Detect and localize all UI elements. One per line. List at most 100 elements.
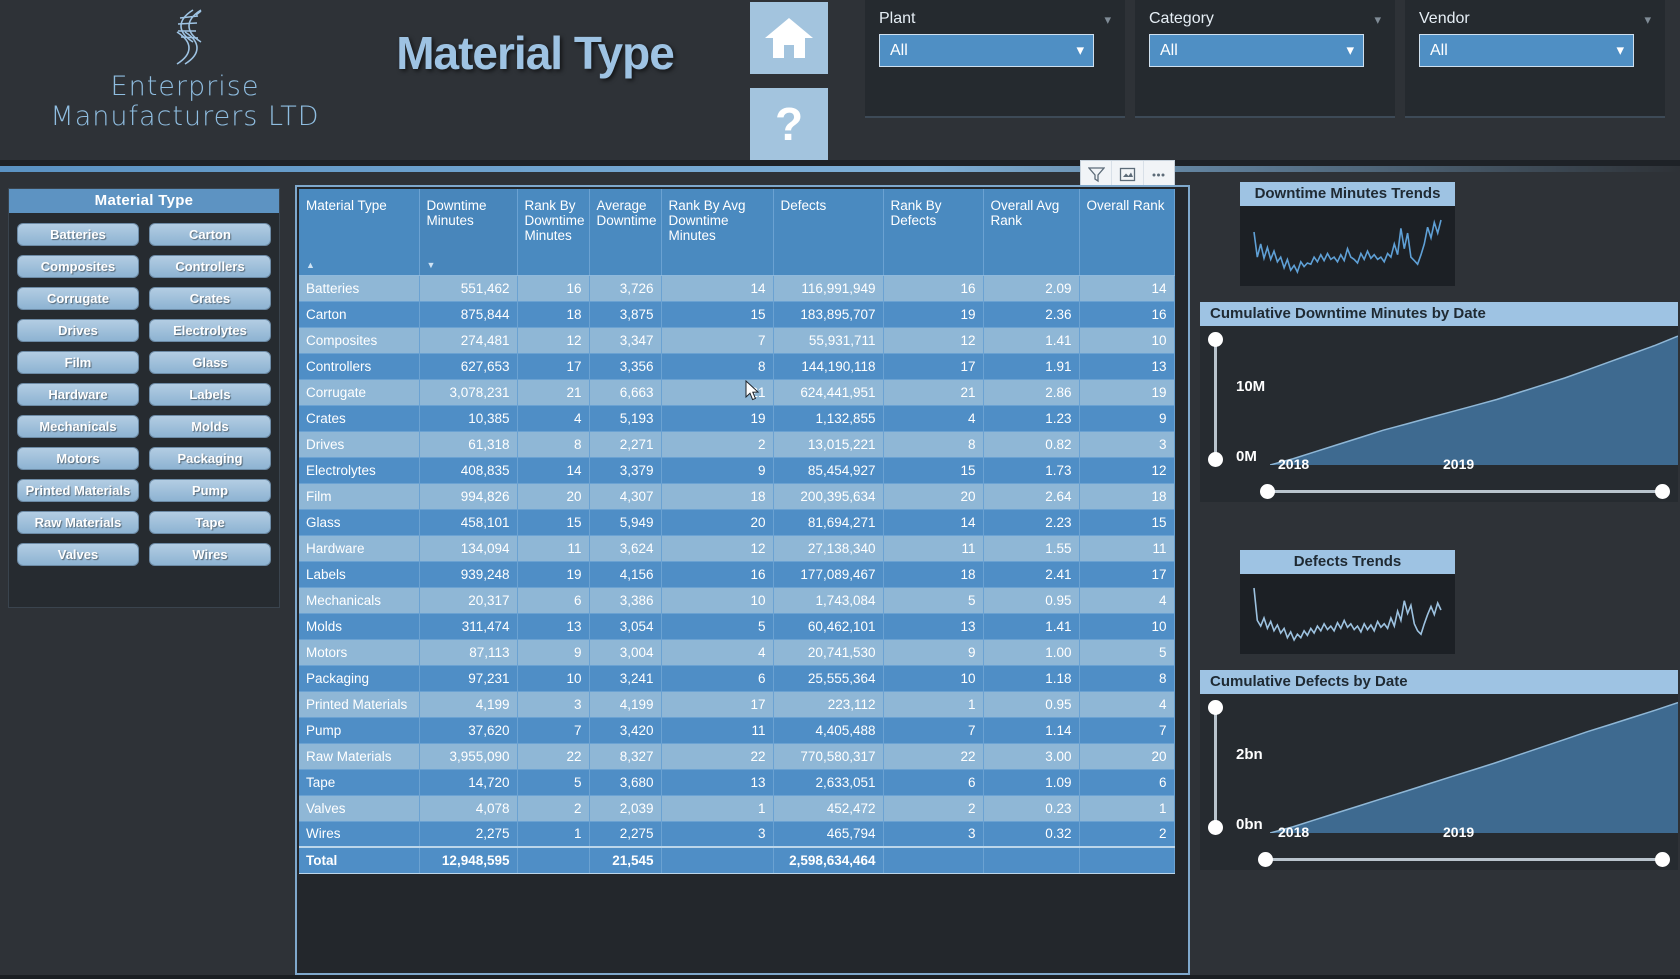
row-label: Hardware	[299, 535, 420, 562]
cell-value: 17	[883, 353, 984, 380]
cell-value: 2	[661, 431, 774, 458]
table-row[interactable]: Hardware 134,094 11 3,624 12 27,138,340 11 1.55…	[299, 535, 1175, 562]
slicer-chip-molds[interactable]: Molds	[149, 415, 271, 438]
defects-y-axis-slider[interactable]	[1207, 700, 1223, 835]
table-row[interactable]: Composites 274,481 12 3,347 7 55,931,711 12 1.4…	[299, 327, 1175, 354]
col-header-overall-rank[interactable]: Overall Rank	[1079, 189, 1175, 276]
home-button[interactable]	[750, 2, 828, 74]
cell-value: 1.91	[983, 353, 1080, 380]
cumulative-defects-card[interactable]: Cumulative Defects by Date 2bn 0bn 2018 …	[1200, 670, 1678, 870]
table-row[interactable]: Packaging 97,231 10 3,241 6 25,555,364 10 1.18 8	[299, 665, 1175, 692]
filter-category[interactable]: Category ▾ All ▾	[1135, 0, 1395, 118]
focus-mode-button[interactable]	[1112, 161, 1144, 187]
material-type-table-visual[interactable]: Material Type ▲ Downtime Minutes ▼ Rank By D…	[295, 185, 1190, 975]
col-header-rank-by-avg-downtime-minutes[interactable]: Rank By Avg Downtime Minutes	[661, 189, 774, 276]
cumulative-downtime-plot: 10M 0M 2018 2019	[1200, 326, 1678, 478]
defects-date-range-slider[interactable]	[1258, 852, 1670, 867]
slider-knob-bottom[interactable]	[1207, 820, 1223, 835]
slicer-chip-labels[interactable]: Labels	[149, 383, 271, 406]
filter-plant-select[interactable]: All ▾	[879, 34, 1094, 67]
chevron-down-icon[interactable]: ▾	[1644, 12, 1651, 28]
filter-vendor-select[interactable]: All ▾	[1419, 34, 1634, 67]
table-row[interactable]: Glass 458,101 15 5,949 20 81,694,271 14 2.23 15	[299, 509, 1175, 536]
downtime-date-range-slider[interactable]	[1260, 484, 1670, 499]
col-header-downtime-minutes[interactable]: Downtime Minutes ▼	[419, 189, 518, 276]
table-row[interactable]: Motors 87,113 9 3,004 4 20,741,530 9 1.00 5	[299, 639, 1175, 666]
slider-knob-right[interactable]	[1655, 852, 1670, 867]
row-label: Film	[299, 483, 420, 510]
cell-value: 4,405,488	[773, 717, 884, 744]
slicer-chip-electrolytes[interactable]: Electrolytes	[149, 319, 271, 342]
col-header-defects[interactable]: Defects	[773, 189, 884, 276]
downtime-y-axis-slider[interactable]	[1207, 332, 1223, 467]
slicer-chip-corrugate[interactable]: Corrugate	[17, 287, 139, 310]
more-options-button[interactable]	[1144, 161, 1174, 187]
filter-category-select[interactable]: All ▾	[1149, 34, 1364, 67]
slicer-chip-pump[interactable]: Pump	[149, 479, 271, 502]
table-row[interactable]: Corrugate 3,078,231 21 6,663 21 624,441,951 21…	[299, 379, 1175, 406]
filter-button[interactable]	[1081, 161, 1113, 187]
cell-value: 551,462	[419, 275, 518, 302]
col-header-rank-by-defects[interactable]: Rank By Defects	[883, 189, 984, 276]
slicer-chip-batteries[interactable]: Batteries	[17, 223, 139, 246]
slider-knob-bottom[interactable]	[1207, 452, 1223, 467]
cell-value: 7	[661, 327, 774, 354]
cell-value: 15	[517, 509, 590, 536]
help-button[interactable]: ?	[750, 88, 828, 160]
table-row[interactable]: Carton 875,844 18 3,875 15 183,895,707 19 2.36 1…	[299, 301, 1175, 328]
slicer-chip-controllers[interactable]: Controllers	[149, 255, 271, 278]
table-row[interactable]: Pump 37,620 7 3,420 11 4,405,488 7 1.14 7	[299, 717, 1175, 744]
slider-knob-top[interactable]	[1207, 700, 1223, 715]
table-row[interactable]: Drives 61,318 8 2,271 2 13,015,221 8 0.82 3	[299, 431, 1175, 458]
table-row[interactable]: Molds 311,474 13 3,054 5 60,462,101 13 1.41 10	[299, 613, 1175, 640]
slider-knob-left[interactable]	[1260, 484, 1275, 499]
slicer-chip-printed-materials[interactable]: Printed Materials	[17, 479, 139, 502]
cell-value: 3,624	[589, 535, 662, 562]
slicer-chip-motors[interactable]: Motors	[17, 447, 139, 470]
defects-trends-card[interactable]: Defects Trends	[1240, 550, 1455, 654]
slicer-chip-tape[interactable]: Tape	[149, 511, 271, 534]
slicer-chip-hardware[interactable]: Hardware	[17, 383, 139, 406]
table-row[interactable]: Controllers 627,653 17 3,356 8 144,190,118 17 1…	[299, 353, 1175, 380]
slicer-chip-glass[interactable]: Glass	[149, 351, 271, 374]
slider-knob-top[interactable]	[1207, 332, 1223, 347]
table-row[interactable]: Crates 10,385 4 5,193 19 1,132,855 4 1.23 9	[299, 405, 1175, 432]
slicer-chip-drives[interactable]: Drives	[17, 319, 139, 342]
chevron-down-icon[interactable]: ▾	[1104, 12, 1111, 28]
slicer-chip-composites[interactable]: Composites	[17, 255, 139, 278]
cumulative-downtime-card[interactable]: Cumulative Downtime Minutes by Date 10M …	[1200, 302, 1678, 502]
table-row[interactable]: Printed Materials 4,199 3 4,199 17 223,112 1 0.…	[299, 691, 1175, 718]
table-row[interactable]: Raw Materials 3,955,090 22 8,327 22 770,580,3…	[299, 743, 1175, 770]
table-row[interactable]: Tape 14,720 5 3,680 13 2,633,051 6 1.09 6	[299, 769, 1175, 796]
table-row[interactable]: Batteries 551,462 16 3,726 14 116,991,949 16 2.…	[299, 275, 1175, 302]
slicer-chip-crates[interactable]: Crates	[149, 287, 271, 310]
slicer-chip-mechanicals[interactable]: Mechanicals	[17, 415, 139, 438]
table-row[interactable]: Mechanicals 20,317 6 3,386 10 1,743,084 5 0.95 4	[299, 587, 1175, 614]
table-row[interactable]: Valves 4,078 2 2,039 1 452,472 2 0.23 1	[299, 795, 1175, 822]
table-row[interactable]: Film 994,826 20 4,307 18 200,395,634 20 2.64 18	[299, 483, 1175, 510]
filter-plant[interactable]: Plant ▾ All ▾	[865, 0, 1125, 118]
col-header-material-type[interactable]: Material Type ▲	[299, 189, 420, 276]
slicer-chip-carton[interactable]: Carton	[149, 223, 271, 246]
slider-knob-right[interactable]	[1655, 484, 1670, 499]
downtime-trends-card[interactable]: Downtime Minutes Trends	[1240, 182, 1455, 286]
cell-value: 7	[1079, 717, 1175, 744]
table-row[interactable]: Wires 2,275 1 2,275 3 465,794 3 0.32 2	[299, 821, 1175, 848]
table-row[interactable]: Labels 939,248 19 4,156 16 177,089,467 18 2.41 1…	[299, 561, 1175, 588]
table-row[interactable]: Electrolytes 408,835 14 3,379 9 85,454,927 15 1…	[299, 457, 1175, 484]
slicer-chip-film[interactable]: Film	[17, 351, 139, 374]
slider-knob-left[interactable]	[1258, 852, 1273, 867]
slicer-chip-raw-materials[interactable]: Raw Materials	[17, 511, 139, 534]
slicer-chip-valves[interactable]: Valves	[17, 543, 139, 566]
cell-value: 1.14	[983, 717, 1080, 744]
cell-value: 5,949	[589, 509, 662, 536]
slicer-chip-packaging[interactable]: Packaging	[149, 447, 271, 470]
slicer-chip-wires[interactable]: Wires	[149, 543, 271, 566]
col-header-average-downtime[interactable]: Average Downtime	[589, 189, 662, 276]
col-header-rank-by-downtime-minutes[interactable]: Rank By Downtime Minutes	[517, 189, 590, 276]
filter-vendor[interactable]: Vendor ▾ All ▾	[1405, 0, 1665, 118]
cell-value: 2	[1079, 821, 1175, 848]
row-label: Glass	[299, 509, 420, 536]
col-header-overall-avg-rank[interactable]: Overall Avg Rank	[983, 189, 1080, 276]
chevron-down-icon[interactable]: ▾	[1374, 12, 1381, 28]
